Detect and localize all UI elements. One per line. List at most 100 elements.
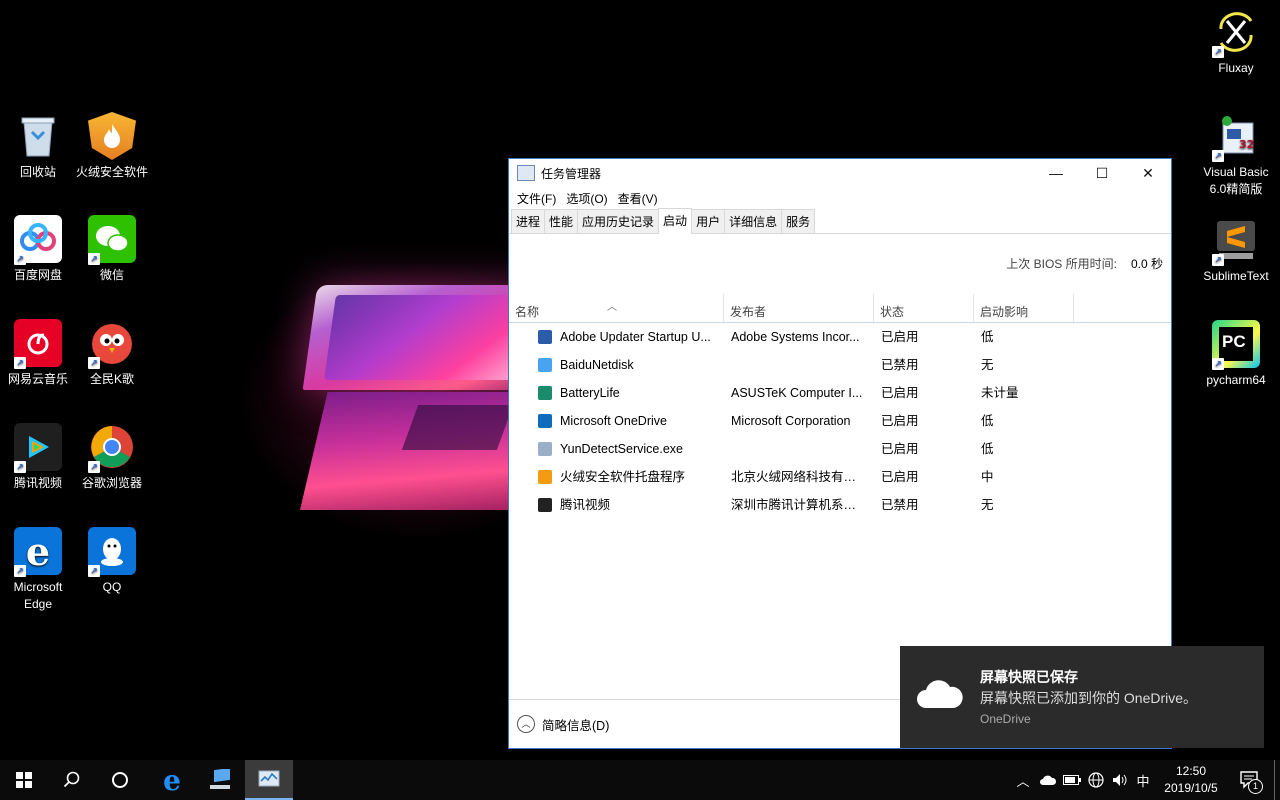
desktop: 回收站 火绒安全软件 ↗ 百度网盘 ↗ 微信 ↗ 网易云音乐 ↗ 全民K歌 ↗ …: [0, 0, 1280, 760]
table-row[interactable]: BatteryLife ASUSTeK Computer I... 已启用 未计量: [509, 379, 1171, 407]
desktop-icon-label: Microsoft Edge: [13, 580, 63, 611]
action-center-button[interactable]: 1: [1230, 760, 1270, 800]
minimize-button[interactable]: —: [1033, 159, 1079, 187]
show-desktop-button[interactable]: [1274, 760, 1280, 800]
tab-details[interactable]: 详细信息: [724, 209, 783, 233]
cell-publisher: Microsoft Corporation: [731, 414, 851, 428]
shortcut-arrow-icon: ↗: [88, 357, 100, 369]
taskbar-edge[interactable]: e: [148, 760, 196, 800]
column-header-label: 状态: [880, 305, 905, 319]
desktop-icon-edge[interactable]: e ↗ Microsoft Edge: [0, 527, 76, 613]
close-button[interactable]: ✕: [1125, 159, 1171, 187]
desktop-icon-kge[interactable]: ↗ 全民K歌: [74, 319, 150, 388]
taskbar: e ︿ 中 12:50 2019/10/5 1: [0, 760, 1280, 800]
desktop-icon-netease-music[interactable]: ↗ 网易云音乐: [0, 319, 76, 388]
menu-view[interactable]: 查看(V): [613, 190, 663, 207]
table-row[interactable]: Adobe Updater Startup U... Adobe Systems …: [509, 323, 1171, 351]
start-button[interactable]: [0, 760, 48, 800]
bios-time: 上次 BIOS 所用时间: 0.0 秒: [1006, 255, 1163, 272]
startup-table-header: ︿ 名称 发布者 状态 启动影响: [509, 294, 1171, 323]
bios-time-label: 上次 BIOS 所用时间:: [1006, 257, 1117, 271]
cell-impact: 无: [981, 358, 994, 372]
desktop-icon-wechat[interactable]: ↗ 微信: [74, 215, 150, 284]
cell-name: Adobe Updater Startup U...: [560, 330, 711, 344]
maximize-button[interactable]: ☐: [1079, 159, 1125, 187]
cell-status: 已禁用: [881, 358, 919, 372]
wallpaper-laptop-keyboard: [401, 405, 514, 450]
table-row[interactable]: YunDetectService.exe 已启用 低: [509, 435, 1171, 463]
menu-file[interactable]: 文件(F): [512, 190, 561, 207]
toast-app-name: OneDrive: [980, 712, 1031, 726]
clock[interactable]: 12:50 2019/10/5: [1156, 760, 1226, 800]
tray-onedrive[interactable]: [1036, 760, 1060, 800]
task-view-button[interactable]: [96, 760, 144, 800]
tab-users[interactable]: 用户: [691, 209, 726, 233]
toast-notification[interactable]: 屏幕快照已保存 屏幕快照已添加到你的 OneDrive。 OneDrive: [900, 646, 1264, 748]
clock-date: 2019/10/5: [1164, 781, 1218, 795]
cell-status: 已启用: [881, 386, 919, 400]
shortcut-arrow-icon: ↗: [1212, 254, 1224, 266]
visual-basic-icon: 32 ↗: [1212, 112, 1260, 162]
exe-file-icon: [538, 442, 552, 456]
menu-options[interactable]: 选项(O): [561, 190, 612, 207]
huorong-icon: [538, 470, 552, 484]
column-header-publisher[interactable]: 发布者: [724, 294, 874, 322]
battery-icon: [1063, 775, 1081, 785]
window-title: 任务管理器: [541, 166, 602, 181]
cell-impact: 未计量: [981, 386, 1019, 400]
desktop-icon-sublime-text[interactable]: ↗ SublimeText: [1198, 216, 1274, 285]
show-hidden-icons-button[interactable]: ︿: [1012, 760, 1034, 800]
desktop-icon-recycle-bin[interactable]: 回收站: [0, 112, 76, 181]
chrome-icon: ↗: [88, 423, 136, 473]
tray-network[interactable]: [1084, 760, 1108, 800]
title-bar[interactable]: 任务管理器 — ☐ ✕: [509, 159, 1171, 187]
tab-app-history[interactable]: 应用历史记录: [577, 209, 660, 233]
chevron-up-icon[interactable]: ︿: [517, 715, 535, 733]
cell-publisher: Adobe Systems Incor...: [731, 330, 860, 344]
cell-status: 已启用: [881, 470, 919, 484]
desktop-icon-baidu-netdisk[interactable]: ↗ 百度网盘: [0, 215, 76, 284]
svg-text:32: 32: [1239, 138, 1254, 151]
desktop-icon-qq[interactable]: ↗ QQ: [74, 527, 150, 596]
search-button[interactable]: [48, 760, 96, 800]
desktop-icon-label: 微信: [99, 268, 124, 282]
shortcut-arrow-icon: ↗: [88, 253, 100, 265]
cell-impact: 中: [981, 470, 994, 484]
column-header-name[interactable]: ︿ 名称: [509, 294, 724, 322]
fewer-details-button[interactable]: 简略信息(D): [542, 715, 609, 734]
taskbar-task-manager[interactable]: [245, 760, 293, 800]
desktop-icon-chrome[interactable]: ↗ 谷歌浏览器: [74, 423, 150, 492]
pycharm-icon: PC ↗: [1212, 320, 1260, 370]
table-row[interactable]: 腾讯视频 深圳市腾讯计算机系统... 已禁用 无: [509, 491, 1171, 519]
tray-battery[interactable]: [1060, 760, 1084, 800]
tab-startup[interactable]: 启动: [658, 208, 693, 234]
tray-volume[interactable]: [1108, 760, 1132, 800]
column-header-status[interactable]: 状态: [874, 294, 974, 322]
cell-name: 腾讯视频: [560, 498, 611, 512]
tab-performance[interactable]: 性能: [544, 209, 579, 233]
desktop-icon-fluxay[interactable]: ↗ Fluxay: [1198, 8, 1274, 77]
desktop-icon-tencent-video[interactable]: ↗ 腾讯视频: [0, 423, 76, 492]
shortcut-arrow-icon: ↗: [88, 565, 100, 577]
task-manager-icon: [258, 770, 280, 787]
cell-publisher: 深圳市腾讯计算机系统...: [731, 498, 866, 512]
desktop-icon-visual-basic[interactable]: 32 ↗ Visual Basic 6.0精简版: [1198, 112, 1274, 198]
fluxay-icon: ↗: [1212, 8, 1260, 58]
shortcut-arrow-icon: ↗: [14, 461, 26, 473]
table-row[interactable]: BaiduNetdisk 已禁用 无: [509, 351, 1171, 379]
kge-icon: ↗: [88, 319, 136, 369]
table-row[interactable]: 火绒安全软件托盘程序 北京火绒网络科技有限... 已启用 中: [509, 463, 1171, 491]
desktop-icon-label: 百度网盘: [13, 268, 62, 282]
desktop-icon-huorong[interactable]: 火绒安全软件: [74, 112, 150, 181]
table-row[interactable]: Microsoft OneDrive Microsoft Corporation 已…: [509, 407, 1171, 435]
desktop-icon-pycharm[interactable]: PC ↗ pycharm64: [1198, 320, 1274, 389]
column-header-impact[interactable]: 启动影响: [974, 294, 1074, 322]
baidu-netdisk-icon: ↗: [14, 215, 62, 265]
tab-services[interactable]: 服务: [781, 209, 816, 233]
onedrive-icon: [538, 414, 552, 428]
tab-processes[interactable]: 进程: [511, 209, 546, 233]
qq-icon: ↗: [88, 527, 136, 577]
taskbar-computer[interactable]: [196, 760, 244, 800]
column-header-label: 启动影响: [980, 305, 1029, 319]
input-method-indicator[interactable]: 中: [1132, 760, 1154, 800]
